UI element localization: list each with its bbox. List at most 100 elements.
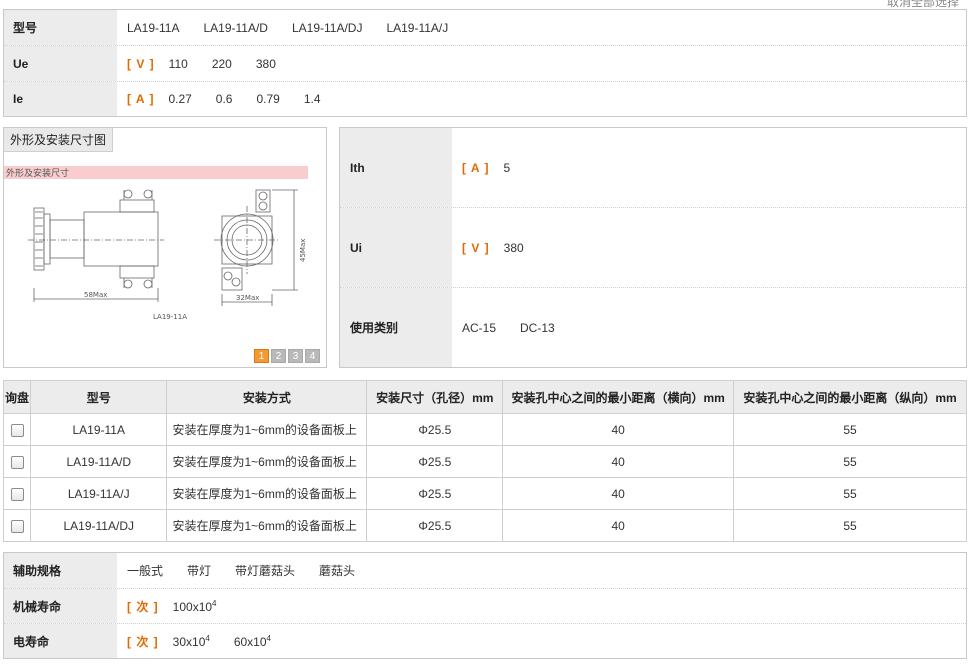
voltage-value[interactable]: 220 <box>212 57 232 71</box>
current-value[interactable]: 1.4 <box>304 92 321 106</box>
current-value[interactable]: 0.6 <box>216 92 233 106</box>
spec-row-ue: Ue [ V ] 110 220 380 <box>4 46 966 82</box>
aux-value[interactable]: 带灯 <box>187 562 211 579</box>
drawing-model-label: LA19-11A <box>153 313 187 321</box>
model-value[interactable]: LA19-11A/D <box>203 21 267 35</box>
spec-row-category: 使用类别 AC-15 DC-13 <box>340 288 966 367</box>
category-value[interactable]: AC-15 <box>462 321 496 335</box>
model-value[interactable]: LA19-11A/DJ <box>292 21 362 35</box>
row-model: LA19-11A/D <box>30 445 168 478</box>
row-size: Φ25.5 <box>366 413 504 446</box>
aux-value[interactable]: 一般式 <box>127 562 163 579</box>
inquiry-checkbox[interactable] <box>10 519 24 533</box>
header-size: 安装尺寸（孔径）mm <box>366 380 504 414</box>
front-view <box>214 189 298 306</box>
row-size: Φ25.5 <box>366 509 504 542</box>
row-v-distance: 55 <box>733 445 967 478</box>
spec-row-mech-life: 机械寿命 [ 次 ] 100x104 <box>4 589 966 624</box>
spec-row-ui: Ui [ V ] 380 <box>340 208 966 288</box>
inquiry-checkbox[interactable] <box>10 423 24 437</box>
header-mount: 安装方式 <box>166 380 368 414</box>
row-h-distance: 40 <box>502 509 735 542</box>
row-mount: 安装在厚度为1~6mm的设备面板上 <box>166 477 368 510</box>
header-h-distance: 安装孔中心之间的最小距离（横向）mm <box>502 380 735 414</box>
drawing-caption: 外形及安装尺寸 <box>6 167 69 179</box>
unit-label: [ 次 ] <box>127 599 159 614</box>
pager-page-2[interactable]: 2 <box>271 349 286 363</box>
row-size: Φ25.5 <box>366 445 504 478</box>
spec-values: [ A ] 5 <box>452 128 966 207</box>
pager-page-1[interactable]: 1 <box>254 349 269 363</box>
row-h-distance: 40 <box>502 445 735 478</box>
unit-label: [ 次 ] <box>127 634 159 649</box>
table-row: LA19-11A/J 安装在厚度为1~6mm的设备面板上 Φ25.5 40 55 <box>2 477 967 510</box>
spec-values: LA19-11A LA19-11A/D LA19-11A/DJ LA19-11A… <box>117 10 966 45</box>
header-v-distance: 安装孔中心之间的最小距离（纵向）mm <box>733 380 967 414</box>
spec-row-ith: Ith [ A ] 5 <box>340 128 966 208</box>
category-value[interactable]: DC-13 <box>520 321 555 335</box>
unit-label: [ V ] <box>127 56 155 71</box>
spec-key: Ue <box>4 46 117 81</box>
spec-panel-right: Ith [ A ] 5 Ui [ V ] 380 使用类别 AC-15 DC-1… <box>339 127 967 368</box>
pager-page-4[interactable]: 4 <box>305 349 320 363</box>
spec-key: 使用类别 <box>340 288 452 367</box>
model-value[interactable]: LA19-11A/J <box>386 21 448 35</box>
aux-value[interactable]: 蘑菇头 <box>319 562 355 579</box>
row-v-distance: 55 <box>733 477 967 510</box>
model-value[interactable]: LA19-11A <box>127 21 179 35</box>
row-h-distance: 40 <box>502 477 735 510</box>
spec-panel-top: 型号 LA19-11A LA19-11A/D LA19-11A/DJ LA19-… <box>3 9 967 117</box>
unit-label: [ A ] <box>462 160 490 175</box>
spec-key: Ith <box>340 128 452 207</box>
current-value[interactable]: 0.27 <box>168 92 191 106</box>
table-row: LA19-11A/DJ 安装在厚度为1~6mm的设备面板上 Φ25.5 40 5… <box>2 509 967 542</box>
dimension-height-label: 45Max <box>299 239 307 262</box>
table-row: LA19-11A/D 安装在厚度为1~6mm的设备面板上 Φ25.5 40 55 <box>2 445 967 478</box>
ui-value[interactable]: 380 <box>504 241 524 255</box>
spec-key: Ie <box>4 82 117 116</box>
drawing-tab[interactable]: 外形及安装尺寸图 <box>4 128 114 152</box>
side-view <box>28 189 164 302</box>
dimension-length-label: 58Max <box>84 291 107 299</box>
ith-value[interactable]: 5 <box>503 161 510 175</box>
spec-values: [ 次 ] 30x104 60x104 <box>117 624 966 658</box>
inquiry-checkbox[interactable] <box>10 487 24 501</box>
inquiry-checkbox[interactable] <box>10 455 24 469</box>
spec-key: 电寿命 <box>4 624 117 658</box>
spec-values: [ V ] 110 220 380 <box>117 46 966 81</box>
elec-life-value[interactable]: 30x104 <box>173 634 210 649</box>
product-table: 询盘 型号 安装方式 安装尺寸（孔径）mm 安装孔中心之间的最小距离（横向）mm… <box>2 380 967 542</box>
table-row: LA19-11A 安装在厚度为1~6mm的设备面板上 Φ25.5 40 55 <box>2 413 967 446</box>
row-v-distance: 55 <box>733 413 967 446</box>
header-model: 型号 <box>30 380 168 414</box>
spec-values: 一般式 带灯 带灯蘑菇头 蘑菇头 <box>117 553 966 588</box>
dimension-drawing: 外形及安装尺寸 58Max 32Max 45Max LA19-11A <box>4 166 308 321</box>
row-mount: 安装在厚度为1~6mm的设备面板上 <box>166 413 368 446</box>
spec-panel-bottom: 辅助规格 一般式 带灯 带灯蘑菇头 蘑菇头 机械寿命 [ 次 ] 100x104… <box>3 552 967 659</box>
dimension-drawing-panel: 外形及安装尺寸图 外形及安装尺寸 58Max 32Max 45Max LA19-… <box>3 127 327 368</box>
spec-values: [ V ] 380 <box>452 208 966 287</box>
spec-values: [ A ] 0.27 0.6 0.79 1.4 <box>117 82 966 116</box>
spec-values: [ 次 ] 100x104 <box>117 589 966 623</box>
current-value[interactable]: 0.79 <box>256 92 279 106</box>
unit-label: [ A ] <box>127 92 155 106</box>
elec-life-value[interactable]: 60x104 <box>234 634 271 649</box>
spec-row-ie: Ie [ A ] 0.27 0.6 0.79 1.4 <box>4 82 966 116</box>
spec-row-elec-life: 电寿命 [ 次 ] 30x104 60x104 <box>4 624 966 658</box>
row-size: Φ25.5 <box>366 477 504 510</box>
dimension-width-label: 32Max <box>236 294 259 302</box>
row-v-distance: 55 <box>733 509 967 542</box>
voltage-value[interactable]: 380 <box>256 57 276 71</box>
header-inquiry: 询盘 <box>2 380 32 414</box>
spec-key: Ui <box>340 208 452 287</box>
mech-life-value[interactable]: 100x104 <box>173 599 217 614</box>
row-h-distance: 40 <box>502 413 735 446</box>
voltage-value[interactable]: 110 <box>169 57 188 71</box>
drawing-pager: 1 2 3 4 <box>254 349 320 363</box>
row-mount: 安装在厚度为1~6mm的设备面板上 <box>166 509 368 542</box>
spec-key: 辅助规格 <box>4 553 117 588</box>
pager-page-3[interactable]: 3 <box>288 349 303 363</box>
spec-values: AC-15 DC-13 <box>452 288 966 367</box>
unit-label: [ V ] <box>462 240 490 255</box>
aux-value[interactable]: 带灯蘑菇头 <box>235 562 295 579</box>
